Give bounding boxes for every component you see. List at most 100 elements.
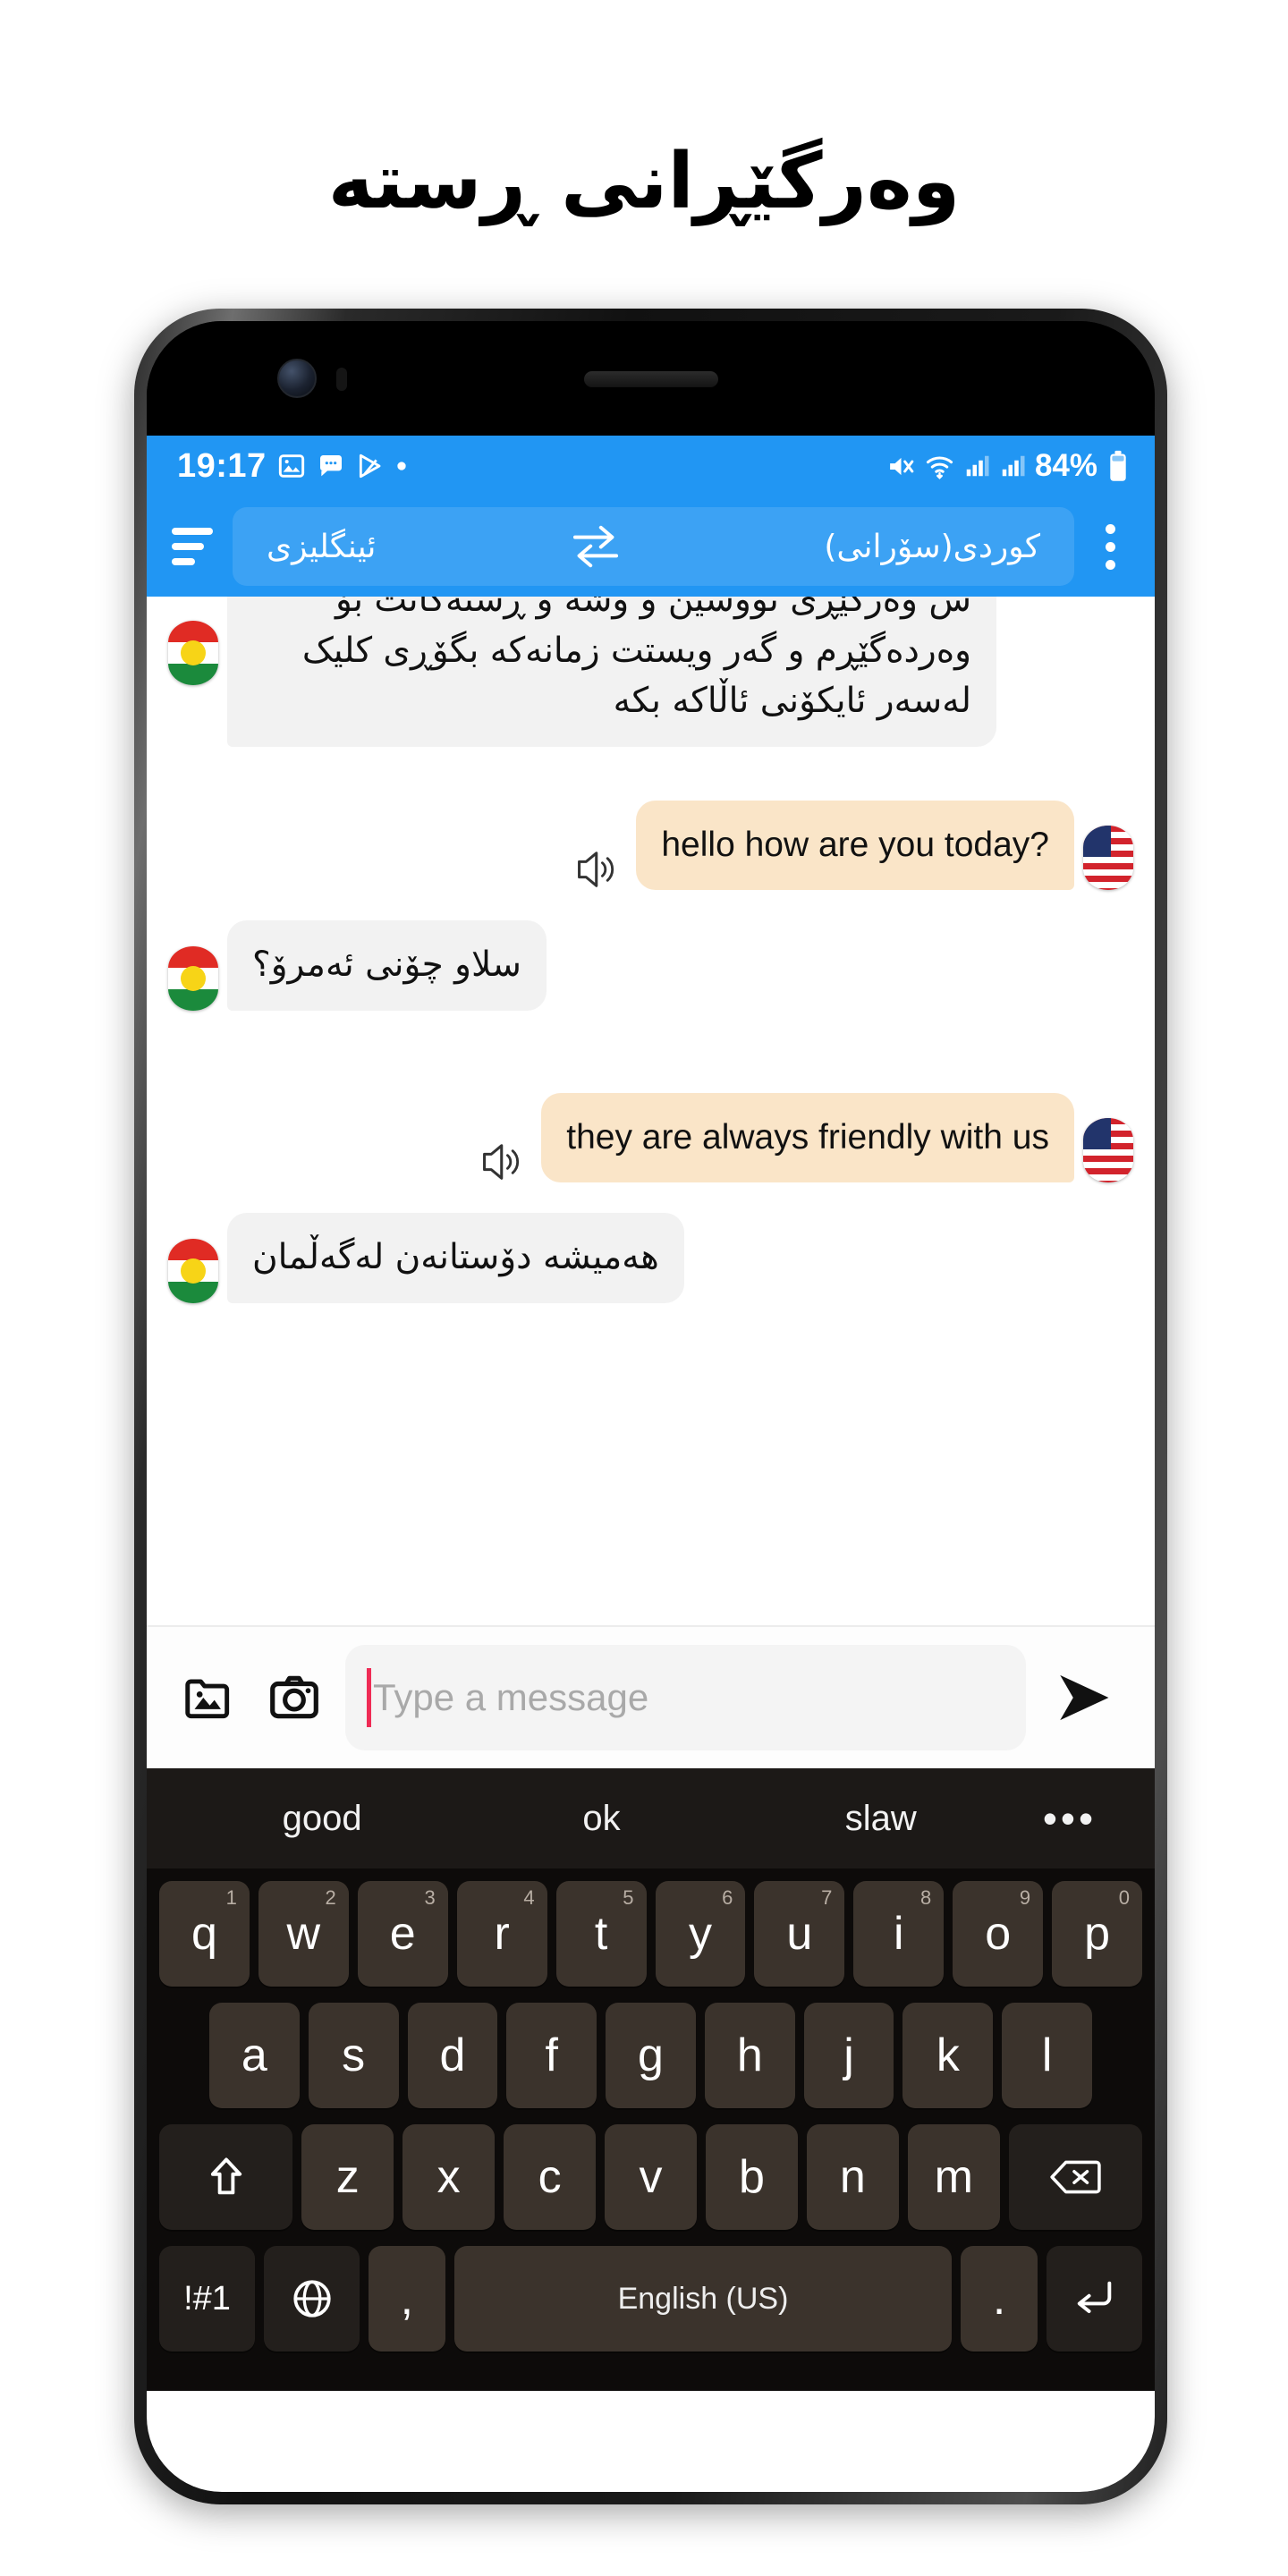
key-a[interactable]: a bbox=[208, 2003, 300, 2108]
key-l[interactable]: l bbox=[1002, 2003, 1093, 2108]
kurdistan-flag-avatar[interactable] bbox=[168, 945, 218, 1011]
front-camera-icon bbox=[277, 359, 317, 398]
key-number-label: 7 bbox=[821, 1886, 833, 1909]
key-u[interactable]: 7u bbox=[754, 1881, 845, 1987]
suggestion-chip[interactable]: slaw bbox=[741, 1799, 1021, 1839]
key-label: English (US) bbox=[617, 2281, 789, 2316]
kurdistan-flag-avatar[interactable] bbox=[168, 1238, 218, 1303]
page-title: وەرگێڕانی ڕستە bbox=[327, 137, 961, 226]
key-i[interactable]: 8i bbox=[853, 1881, 945, 1987]
language-switch-bar[interactable]: ئینگلیزی کوردی(سۆرانی) bbox=[233, 507, 1074, 586]
key-label: j bbox=[843, 2029, 854, 2081]
key-z[interactable]: z bbox=[301, 2124, 394, 2230]
more-vertical-icon[interactable] bbox=[1087, 523, 1139, 570]
send-arrow-icon[interactable] bbox=[1042, 1668, 1128, 1727]
key-label: o bbox=[985, 1908, 1012, 1960]
language-globe-key[interactable] bbox=[264, 2246, 360, 2351]
key-o[interactable]: 9o bbox=[953, 1881, 1044, 1987]
key-number-label: 6 bbox=[722, 1886, 733, 1909]
key-h[interactable]: h bbox=[704, 2003, 795, 2108]
message-input[interactable]: Type a message bbox=[345, 1645, 1026, 1750]
speaker-sound-icon[interactable] bbox=[462, 1141, 530, 1182]
wifi-icon bbox=[925, 452, 954, 481]
symbols-key[interactable]: !#1 bbox=[159, 2246, 256, 2351]
camera-icon[interactable] bbox=[259, 1663, 329, 1733]
key-label: d bbox=[439, 2029, 466, 2081]
key-label: l bbox=[1041, 2029, 1053, 2081]
key-e[interactable]: 3e bbox=[357, 1881, 448, 1987]
key-label: . bbox=[992, 2273, 1006, 2325]
usa-flag-avatar[interactable] bbox=[1083, 826, 1133, 891]
key-g[interactable]: g bbox=[606, 2003, 696, 2108]
space-key[interactable]: English (US) bbox=[453, 2246, 953, 2351]
chat-bubble-incoming[interactable]: هەمیشە دۆستانەن لەگەڵمان bbox=[227, 1213, 684, 1303]
suggestion-chip[interactable]: good bbox=[182, 1799, 462, 1839]
key-label: g bbox=[638, 2029, 664, 2081]
key-label: i bbox=[893, 1908, 904, 1960]
keyboard-row-1: 1q 2w 3e 4r 5t 6y 7u 8i 9o 0p bbox=[154, 1881, 1148, 1987]
key-b[interactable]: b bbox=[705, 2124, 798, 2230]
shift-key[interactable] bbox=[159, 2124, 293, 2230]
key-j[interactable]: j bbox=[803, 2003, 894, 2108]
key-label: x bbox=[436, 2151, 461, 2203]
key-label: b bbox=[738, 2151, 765, 2203]
key-f[interactable]: f bbox=[506, 2003, 597, 2108]
app-toolbar: ئینگلیزی کوردی(سۆرانی) bbox=[147, 496, 1155, 597]
status-bar: 19:17 84% bbox=[147, 436, 1155, 496]
image-gallery-icon[interactable] bbox=[174, 1663, 243, 1733]
keyboard-row-3: z x c v b n m bbox=[154, 2124, 1148, 2230]
key-label: h bbox=[736, 2029, 763, 2081]
key-number-label: 4 bbox=[523, 1886, 535, 1909]
chat-bubble-outgoing[interactable]: they are always friendly with us bbox=[541, 1092, 1074, 1183]
key-v[interactable]: v bbox=[605, 2124, 697, 2230]
chat-bubble-incoming[interactable]: سلاو چۆنی ئەمرۆ؟ bbox=[227, 920, 547, 1011]
key-d[interactable]: d bbox=[407, 2003, 498, 2108]
backspace-icon bbox=[1049, 2157, 1102, 2198]
more-horizontal-icon[interactable]: ••• bbox=[1021, 1794, 1119, 1843]
earpiece-speaker bbox=[583, 371, 718, 387]
key-label: e bbox=[389, 1908, 416, 1960]
key-w[interactable]: 2w bbox=[258, 1881, 349, 1987]
speaker-sound-icon[interactable] bbox=[557, 849, 625, 890]
key-label: , bbox=[400, 2273, 414, 2325]
key-label: k bbox=[936, 2029, 960, 2081]
key-t[interactable]: 5t bbox=[555, 1881, 647, 1987]
key-label: !#1 bbox=[183, 2279, 231, 2318]
key-x[interactable]: x bbox=[402, 2124, 496, 2230]
key-number-label: 2 bbox=[325, 1886, 336, 1909]
chat-bubble-outgoing[interactable]: hello how are you today? bbox=[636, 800, 1074, 891]
key-n[interactable]: n bbox=[806, 2124, 899, 2230]
chat-bubble-incoming[interactable]: س وەرگێڕی نووسین و وشە و ڕستەکانت بۆ وەر… bbox=[227, 597, 996, 747]
usa-flag-avatar[interactable] bbox=[1083, 1118, 1133, 1183]
phone-notch-area bbox=[147, 321, 1155, 436]
text-caret bbox=[367, 1668, 371, 1727]
key-label: a bbox=[241, 2029, 267, 2081]
hamburger-sort-icon[interactable] bbox=[163, 528, 220, 565]
key-m[interactable]: m bbox=[907, 2124, 1000, 2230]
key-y[interactable]: 6y bbox=[655, 1881, 746, 1987]
key-s[interactable]: s bbox=[308, 2003, 399, 2108]
swap-arrows-icon[interactable] bbox=[569, 523, 631, 570]
enter-return-icon bbox=[1071, 2277, 1117, 2320]
key-period[interactable]: . bbox=[961, 2246, 1038, 2351]
phone-screen-bezel: 19:17 84% ئینگلیزی کوردی(سۆرانی) س وەرگێ… bbox=[147, 321, 1155, 2492]
chat-row-outgoing-1: hello how are you today? bbox=[147, 800, 1155, 891]
key-comma[interactable]: , bbox=[369, 2246, 445, 2351]
backspace-key[interactable] bbox=[1008, 2124, 1142, 2230]
key-k[interactable]: k bbox=[902, 2003, 994, 2108]
key-label: q bbox=[191, 1908, 217, 1960]
key-c[interactable]: c bbox=[504, 2124, 597, 2230]
key-q[interactable]: 1q bbox=[158, 1881, 250, 1987]
key-label: n bbox=[839, 2151, 866, 2203]
key-r[interactable]: 4r bbox=[456, 1881, 547, 1987]
key-p[interactable]: 0p bbox=[1052, 1881, 1143, 1987]
key-label: z bbox=[335, 2151, 360, 2203]
kurdistan-flag-avatar[interactable] bbox=[168, 620, 218, 685]
suggestion-chip[interactable]: ok bbox=[462, 1799, 741, 1839]
enter-key[interactable] bbox=[1046, 2246, 1142, 2351]
source-language-label[interactable]: ئینگلیزی bbox=[267, 529, 376, 565]
keyboard-row-4: !#1 , English (US) . bbox=[154, 2246, 1148, 2351]
target-language-label[interactable]: کوردی(سۆرانی) bbox=[824, 529, 1040, 565]
message-composer: Type a message bbox=[147, 1625, 1155, 1768]
chat-message-list[interactable]: س وەرگێڕی نووسین و وشە و ڕستەکانت بۆ وەر… bbox=[147, 597, 1155, 1625]
